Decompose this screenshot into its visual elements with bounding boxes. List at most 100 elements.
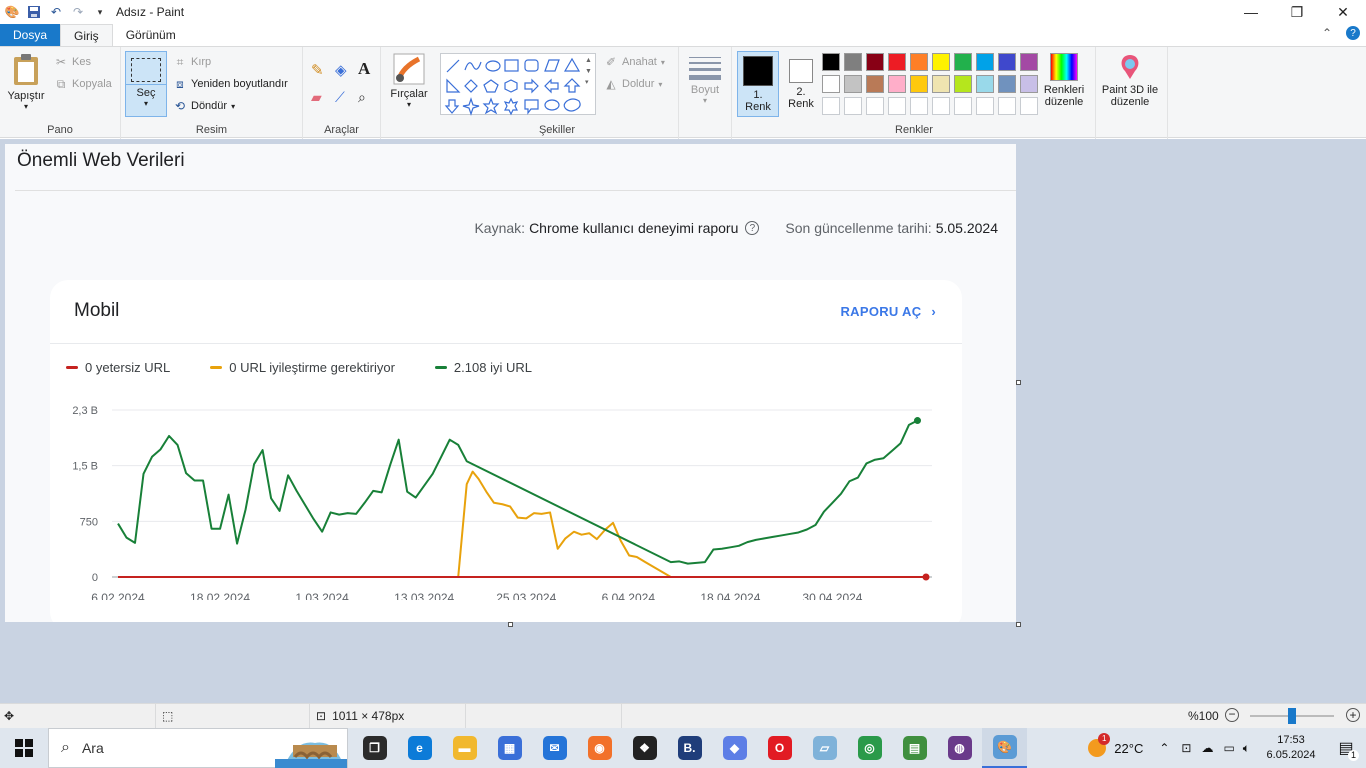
paint-app-icon[interactable]: 🎨 (4, 4, 20, 20)
tab-view[interactable]: Görünüm (113, 24, 189, 46)
taskbar-app-firefox[interactable]: ◉ (577, 728, 622, 768)
taskbar-app-edge[interactable]: e (397, 728, 442, 768)
cut-button[interactable]: ✂ Kes (54, 55, 91, 69)
customize-qat-icon[interactable]: ▾ (92, 4, 108, 20)
zoom-slider-thumb[interactable] (1288, 708, 1296, 724)
notifications-button[interactable]: ▤ 1 (1326, 738, 1366, 761)
palette-color[interactable] (910, 75, 928, 93)
palette-custom-slot[interactable] (910, 97, 928, 115)
taskbar-app-notes-app[interactable]: ▱ (802, 728, 847, 768)
palette-color[interactable] (822, 75, 840, 93)
fill-button[interactable]: ◭ Doldur ▾ (604, 77, 662, 91)
palette-custom-slot[interactable] (844, 97, 862, 115)
zoom-out-icon[interactable]: − (1225, 708, 1239, 722)
gallery-scroll[interactable]: ▲ ▼ ▾ (585, 55, 592, 88)
text-icon[interactable]: A (358, 59, 370, 79)
taskbar-app-file-explorer[interactable]: ▬ (442, 728, 487, 768)
taskbar-app-opera[interactable]: O (757, 728, 802, 768)
resize-handle-right[interactable] (1016, 380, 1021, 385)
meet-icon[interactable]: ⊡ (1181, 741, 1191, 755)
palette-custom-slot[interactable] (932, 97, 950, 115)
palette-color[interactable] (844, 53, 862, 71)
select-button[interactable]: Seç ▾ (125, 51, 167, 117)
show-hidden-icons-icon[interactable]: ⌃ (1159, 741, 1169, 755)
taskbar-app-task-view[interactable]: ❐ (352, 728, 397, 768)
palette-custom-slot[interactable] (888, 97, 906, 115)
palette-custom-slot[interactable] (954, 97, 972, 115)
color-picker-icon[interactable]: ⟋ (335, 89, 345, 106)
palette-color[interactable] (976, 53, 994, 71)
collapse-ribbon-icon[interactable]: ⌃ (1322, 26, 1332, 40)
tab-file[interactable]: Dosya (0, 24, 61, 46)
taskbar-app-mail[interactable]: ✉ (532, 728, 577, 768)
taskbar-app-dropbox[interactable]: ❖ (622, 728, 667, 768)
palette-color[interactable] (822, 53, 840, 71)
palette-color[interactable] (932, 75, 950, 93)
taskbar-app-microsoft-store[interactable]: ▦ (487, 728, 532, 768)
undo-icon[interactable]: ↶ (48, 4, 64, 20)
palette-color[interactable] (1020, 53, 1038, 71)
outline-button[interactable]: ✐ Anahat ▾ (604, 55, 665, 69)
resize-handle-bottom[interactable] (508, 622, 513, 627)
palette-custom-slot[interactable] (822, 97, 840, 115)
close-icon[interactable]: ✕ (1320, 0, 1366, 24)
palette-color[interactable] (998, 53, 1016, 71)
palette-color[interactable] (976, 75, 994, 93)
eraser-icon[interactable]: ▰ (311, 89, 322, 106)
crop-button[interactable]: ⌗ Kırp (173, 55, 212, 69)
taskbar-app-sheets-app[interactable]: ▤ (892, 728, 937, 768)
palette-color[interactable] (954, 75, 972, 93)
palette-custom-slot[interactable] (866, 97, 884, 115)
resize-handle-corner[interactable] (1016, 622, 1021, 627)
taskbar-app-booking[interactable]: B. (667, 728, 712, 768)
battery-icon[interactable]: ▭ (1223, 741, 1234, 755)
paste-dropdown-icon[interactable]: ▾ (4, 102, 48, 111)
shapes-gallery[interactable] (440, 53, 596, 116)
rotate-button[interactable]: ⟲ Döndür ▾ (173, 99, 235, 113)
magnifier-icon[interactable]: ⌕ (358, 89, 366, 106)
brushes-button[interactable]: Fırçalar ▾ (384, 53, 434, 109)
minimize-icon[interactable]: — (1228, 0, 1274, 24)
zoom-slider[interactable] (1250, 708, 1334, 724)
start-button[interactable] (0, 728, 48, 768)
palette-custom-slot[interactable] (998, 97, 1016, 115)
palette-color[interactable] (888, 75, 906, 93)
taskbar-search[interactable]: ⌕ Ara (48, 728, 348, 768)
edit-colors-button[interactable]: Renkleri düzenle (1040, 53, 1088, 108)
palette-custom-slot[interactable] (976, 97, 994, 115)
palette-color[interactable] (998, 75, 1016, 93)
color2-button[interactable]: 2. Renk (781, 51, 821, 117)
palette-custom-slot[interactable] (1020, 97, 1038, 115)
palette-color[interactable] (1020, 75, 1038, 93)
tab-home[interactable]: Giriş (60, 24, 113, 46)
paint3d-button[interactable]: Paint 3D ile düzenle (1098, 53, 1162, 108)
palette-color[interactable] (844, 75, 862, 93)
size-button[interactable]: Boyut ▾ (685, 55, 725, 105)
volume-icon[interactable]: 🔈︎ (1243, 741, 1250, 756)
weather-widget[interactable]: 1 22°C (1088, 733, 1143, 757)
canvas-workspace[interactable]: Önemli Web Verileri Kaynak: Chrome kulla… (0, 139, 1366, 703)
clock[interactable]: 17:53 6.05.2024 (1256, 733, 1326, 763)
copy-button[interactable]: ⧉ Kopyala (54, 77, 112, 91)
palette-color[interactable] (910, 53, 928, 71)
help-icon[interactable]: ? (1346, 26, 1360, 40)
drawing-canvas[interactable]: Önemli Web Verileri Kaynak: Chrome kulla… (5, 144, 1016, 622)
palette-color[interactable] (932, 53, 950, 71)
pencil-icon[interactable]: ✎ (311, 61, 324, 79)
onedrive-icon[interactable]: ☁ (1201, 741, 1213, 755)
palette-color[interactable] (866, 75, 884, 93)
fill-bucket-icon[interactable]: ◈ (335, 61, 347, 79)
taskbar-app-tor-app[interactable]: ◍ (937, 728, 982, 768)
palette-color[interactable] (954, 53, 972, 71)
zoom-in-icon[interactable]: + (1346, 708, 1360, 722)
restore-icon[interactable]: ❐ (1274, 0, 1320, 24)
save-icon[interactable] (26, 4, 42, 20)
redo-icon[interactable]: ↷ (70, 4, 86, 20)
taskbar-app-chrome[interactable]: ◎ (847, 728, 892, 768)
paste-button[interactable]: Yapıştır ▾ (4, 53, 48, 111)
palette-color[interactable] (866, 53, 884, 71)
taskbar-app-copilot-app[interactable]: ◆ (712, 728, 757, 768)
taskbar-app-paint[interactable]: 🎨 (982, 728, 1027, 768)
resize-button[interactable]: ⧈ Yeniden boyutlandır (173, 77, 288, 91)
palette-color[interactable] (888, 53, 906, 71)
